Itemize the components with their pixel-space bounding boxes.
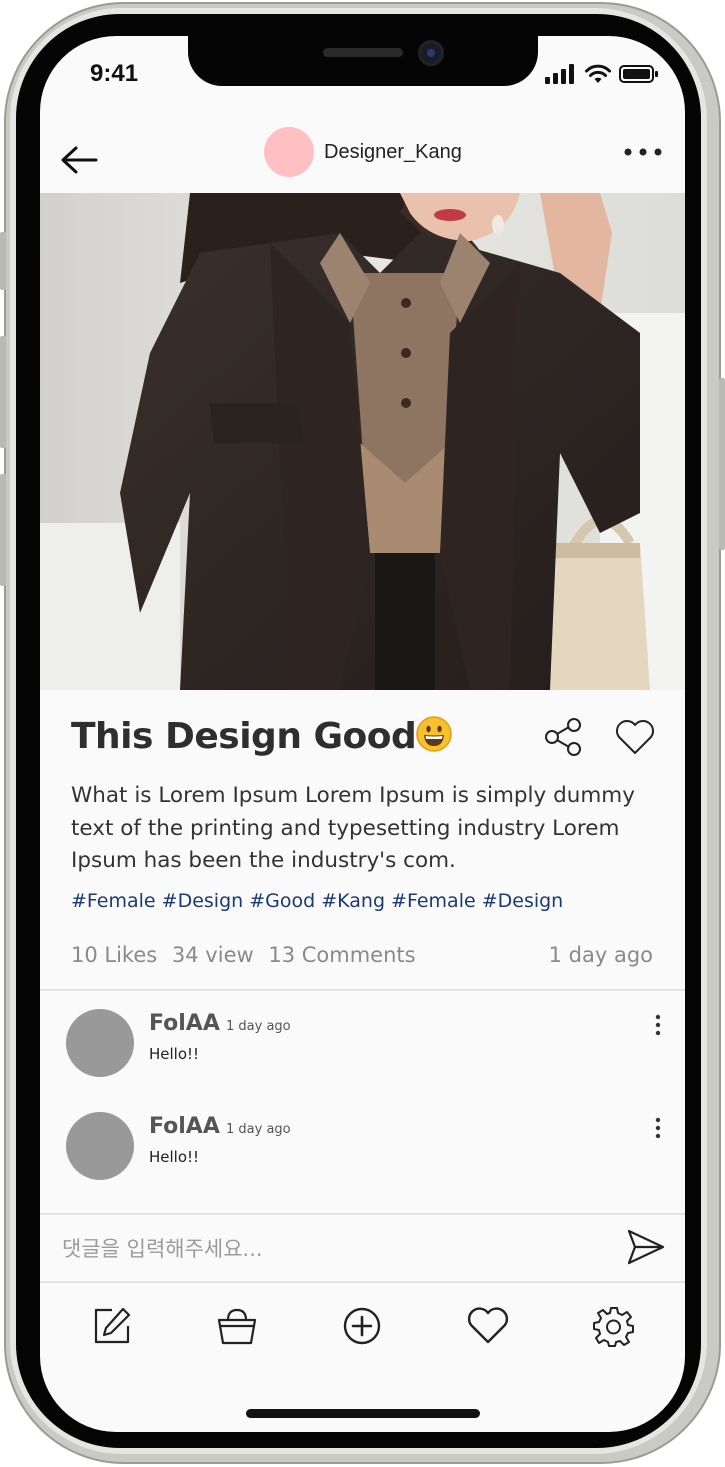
comment-author[interactable]: FolAA xyxy=(149,1011,220,1036)
views-count: 34 view xyxy=(171,943,254,967)
earpiece-speaker xyxy=(323,48,403,57)
post-title-text: This Design Good xyxy=(71,716,417,757)
volume-down-button xyxy=(0,474,6,586)
nav-edit-button[interactable] xyxy=(90,1304,134,1348)
likes-count: 10 Likes xyxy=(71,943,158,967)
nav-shop-button[interactable] xyxy=(215,1304,259,1348)
comment-input[interactable] xyxy=(62,1232,582,1266)
edit-icon xyxy=(94,1307,131,1344)
mute-switch xyxy=(0,232,6,290)
notch xyxy=(188,36,538,86)
comment-time: 1 day ago xyxy=(226,1019,291,1034)
comment-text: Hello!! xyxy=(149,1045,200,1063)
author-profile[interactable]: Designer_Kang xyxy=(264,126,462,178)
comment-input-divider xyxy=(40,1213,685,1215)
more-vertical-icon xyxy=(655,1117,661,1139)
bottom-nav-divider xyxy=(40,1281,685,1283)
add-circle-icon xyxy=(343,1307,381,1345)
send-icon xyxy=(627,1229,665,1265)
grinning-face-icon xyxy=(416,716,453,752)
post-hashtags[interactable]: #Female #Design #Good #Kang #Female #Des… xyxy=(71,890,563,912)
battery-icon xyxy=(619,65,658,83)
comment-more-button[interactable] xyxy=(650,1013,666,1037)
share-icon xyxy=(545,718,581,756)
shopping-basket-icon xyxy=(217,1308,257,1345)
app-screen: 9:41 Designer_Kang This Design Good What… xyxy=(40,36,685,1432)
nav-settings-button[interactable] xyxy=(592,1304,636,1348)
avatar[interactable] xyxy=(264,127,314,177)
heart-outline-icon xyxy=(616,720,654,754)
post-title: This Design Good xyxy=(71,716,453,757)
post-timestamp: 1 day ago xyxy=(548,943,653,967)
comments-divider xyxy=(40,989,685,991)
comment-text: Hello!! xyxy=(149,1148,200,1166)
like-button[interactable] xyxy=(614,718,656,756)
author-name[interactable]: Designer_Kang xyxy=(324,141,462,164)
comment-item: FolAA 1 day ago Hello!! xyxy=(66,1009,666,1081)
status-time: 9:41 xyxy=(90,60,139,87)
post-photo-illustration xyxy=(40,193,685,690)
post-description: What is Lorem Ipsum Lorem Ipsum is simpl… xyxy=(71,783,635,873)
comment-more-button[interactable] xyxy=(650,1116,666,1140)
arrow-left-icon xyxy=(61,146,98,174)
post-stats: 10 Likes 34 view 13 Comments xyxy=(71,943,424,967)
nav-create-button[interactable] xyxy=(340,1304,384,1348)
wifi-icon xyxy=(585,64,611,83)
post-header: Designer_Kang xyxy=(40,126,685,194)
share-button[interactable] xyxy=(542,716,584,758)
home-indicator[interactable] xyxy=(246,1409,480,1418)
nav-favorites-button[interactable] xyxy=(466,1304,510,1348)
cellular-signal-icon xyxy=(545,64,574,84)
comment-author[interactable]: FolAA xyxy=(149,1114,220,1139)
comment-item: FolAA 1 day ago Hello!! xyxy=(66,1112,666,1184)
status-icons xyxy=(545,64,659,84)
comment-time: 1 day ago xyxy=(226,1122,291,1137)
settings-icon xyxy=(593,1307,634,1347)
more-vertical-icon xyxy=(655,1014,661,1036)
heart-icon xyxy=(467,1307,509,1344)
post-image[interactable] xyxy=(40,193,685,690)
power-button xyxy=(719,378,725,550)
more-horizontal-icon xyxy=(624,148,662,156)
volume-up-button xyxy=(0,336,6,448)
avatar[interactable] xyxy=(66,1009,134,1077)
front-camera xyxy=(418,40,444,66)
send-comment-button[interactable] xyxy=(626,1228,666,1266)
avatar[interactable] xyxy=(66,1112,134,1180)
back-button[interactable] xyxy=(58,140,102,180)
comments-count[interactable]: 13 Comments xyxy=(268,943,415,967)
more-options-button[interactable] xyxy=(623,140,663,164)
